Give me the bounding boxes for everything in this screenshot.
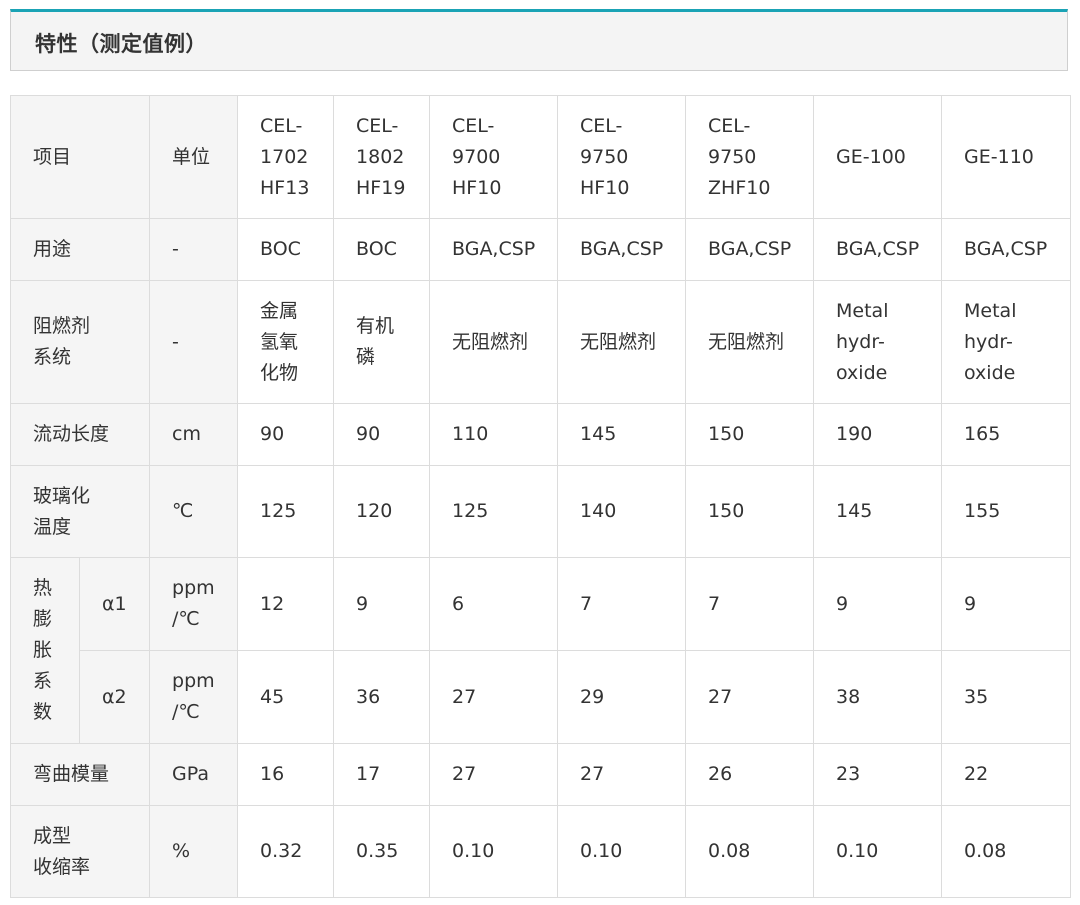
row-label: 弯曲模量: [9, 743, 151, 806]
table-header-row: 项目 单位 CEL- 1702 HF13 CEL- 1802 HF19 CEL-…: [9, 95, 1072, 219]
row-label: 阻燃剂 系统: [9, 280, 151, 404]
table-cell: 无阻燃剂: [429, 280, 559, 404]
row-sublabel: α1: [78, 557, 151, 651]
table-cell: 7: [557, 557, 687, 651]
table-cell: 0.10: [813, 805, 943, 898]
header-cell-product: CEL- 9700 HF10: [429, 95, 559, 219]
table-cell: 125: [429, 465, 559, 558]
section-header: 特性（测定值例）: [10, 9, 1068, 71]
table-cell: 125: [237, 465, 335, 558]
header-cell-unit: 单位: [149, 95, 239, 219]
table-cell: 9: [813, 557, 943, 651]
table-cell: Metal hydr- oxide: [813, 280, 943, 404]
table-cell: 9: [941, 557, 1072, 651]
row-label: 成型 收缩率: [9, 805, 151, 898]
row-unit: ℃: [149, 465, 239, 558]
table-cell: 0.32: [237, 805, 335, 898]
table-cell: 29: [557, 650, 687, 744]
table-cell: 17: [333, 743, 431, 806]
table-cell: 7: [685, 557, 815, 651]
table-cell: 190: [813, 403, 943, 466]
table-cell: 27: [429, 743, 559, 806]
table-cell: 27: [557, 743, 687, 806]
table-cell: 无阻燃剂: [685, 280, 815, 404]
table-row: 阻燃剂 系统 - 金属 氢氧 化物 有机 磷 无阻燃剂 无阻燃剂 无阻燃剂 Me…: [9, 280, 1072, 404]
header-cell-product: GE-100: [813, 95, 943, 219]
table-cell: 45: [237, 650, 335, 744]
table-row: 成型 收缩率 % 0.32 0.35 0.10 0.10 0.08 0.10 0…: [9, 805, 1072, 898]
table-cell: BGA,CSP: [813, 218, 943, 281]
table-cell: BOC: [237, 218, 335, 281]
row-unit: %: [149, 805, 239, 898]
row-sublabel: α2: [78, 650, 151, 744]
table-cell: 0.35: [333, 805, 431, 898]
header-cell-product: CEL- 9750 ZHF10: [685, 95, 815, 219]
table-cell: 120: [333, 465, 431, 558]
table-cell: 金属 氢氧 化物: [237, 280, 335, 404]
table-cell: 无阻燃剂: [557, 280, 687, 404]
header-cell-item: 项目: [9, 95, 151, 219]
table-cell: 26: [685, 743, 815, 806]
header-cell-product: CEL- 1702 HF13: [237, 95, 335, 219]
table-cell: 35: [941, 650, 1072, 744]
table-cell: 0.08: [941, 805, 1072, 898]
table-cell: 9: [333, 557, 431, 651]
row-unit: ppm /℃: [149, 557, 239, 651]
table-cell: BGA,CSP: [941, 218, 1072, 281]
header-cell-product: GE-110: [941, 95, 1072, 219]
table-row: α2 ppm /℃ 45 36 27 29 27 38 35: [11, 650, 1072, 744]
table-cell: 110: [429, 403, 559, 466]
row-unit: GPa: [149, 743, 239, 806]
section-title: 特性（测定值例）: [35, 32, 207, 56]
row-label: 玻璃化 温度: [9, 465, 151, 558]
table-cell: 165: [941, 403, 1072, 466]
table-cell: 38: [813, 650, 943, 744]
table-cell: 90: [237, 403, 335, 466]
table-row: 弯曲模量 GPa 16 17 27 27 26 23 22: [9, 743, 1072, 806]
row-unit: -: [149, 218, 239, 281]
table-cell: 140: [557, 465, 687, 558]
header-cell-product: CEL- 9750 HF10: [557, 95, 687, 219]
table-cell: 27: [429, 650, 559, 744]
row-label-cte: 热 膨 胀 系 数: [10, 557, 80, 744]
table-cell: 0.10: [429, 805, 559, 898]
row-unit: -: [149, 280, 239, 404]
table-cell: 36: [333, 650, 431, 744]
table-row: 玻璃化 温度 ℃ 125 120 125 140 150 145 155: [9, 465, 1072, 558]
table-row: 流动长度 cm 90 90 110 145 150 190 165: [9, 403, 1072, 466]
table-cell: 150: [685, 403, 815, 466]
table-cell: 90: [333, 403, 431, 466]
table-cell: BOC: [333, 218, 431, 281]
row-unit: cm: [149, 403, 239, 466]
row-label: 用途: [9, 218, 151, 281]
properties-table: 项目 单位 CEL- 1702 HF13 CEL- 1802 HF19 CEL-…: [9, 95, 1072, 898]
table-cell: 0.10: [557, 805, 687, 898]
table-cell: BGA,CSP: [429, 218, 559, 281]
table-cell: BGA,CSP: [685, 218, 815, 281]
table-cell: 6: [429, 557, 559, 651]
row-label: 流动长度: [9, 403, 151, 466]
table-cell: 145: [813, 465, 943, 558]
table-cell: 22: [941, 743, 1072, 806]
table-cell: 145: [557, 403, 687, 466]
table-row: 用途 - BOC BOC BGA,CSP BGA,CSP BGA,CSP BGA…: [9, 218, 1072, 281]
table-row: 热 膨 胀 系 数 α1 ppm /℃ 12 9 6 7 7 9 9: [10, 557, 1072, 744]
table-cell: 0.08: [685, 805, 815, 898]
row-unit: ppm /℃: [149, 650, 239, 744]
table-cell: 155: [941, 465, 1072, 558]
table-cell: 有机 磷: [333, 280, 431, 404]
header-cell-product: CEL- 1802 HF19: [333, 95, 431, 219]
table-cell: 16: [237, 743, 335, 806]
table-cell: 12: [237, 557, 335, 651]
table-cell: BGA,CSP: [557, 218, 687, 281]
table-cell: 27: [685, 650, 815, 744]
table-cell: 23: [813, 743, 943, 806]
table-cell: Metal hydr- oxide: [941, 280, 1072, 404]
table-cell: 150: [685, 465, 815, 558]
